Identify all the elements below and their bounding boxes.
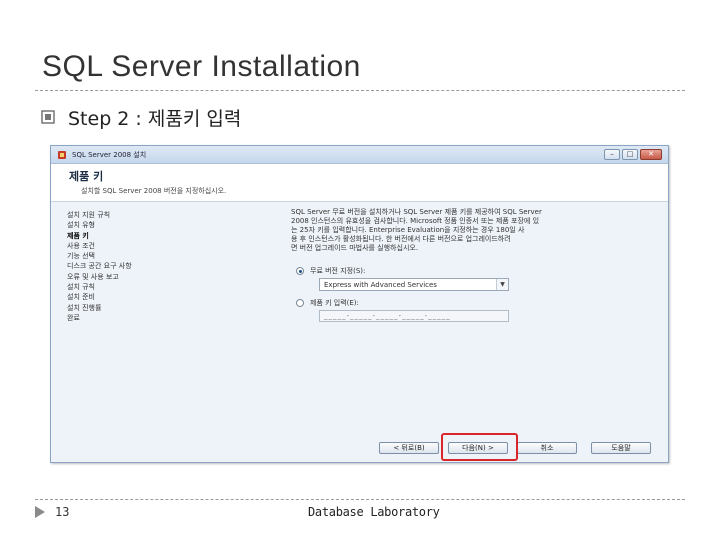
bullet-step: Step 2 : 제품키 입력: [40, 104, 241, 130]
edition-select[interactable]: Express with Advanced Services ▼: [319, 278, 509, 291]
next-button-highlight: [441, 433, 518, 461]
product-key-input[interactable]: _____-_____-_____-_____-_____: [319, 310, 509, 322]
product-key-value: _____-_____-_____-_____-_____: [324, 312, 451, 320]
nav-item[interactable]: 사용 조건: [67, 241, 185, 251]
window-controls: – □ ✕: [602, 149, 662, 160]
product-key-radio[interactable]: 제품 키 입력(E):: [296, 298, 359, 308]
window-title: SQL Server 2008 설치: [72, 150, 147, 159]
info-line: SQL Server 무료 버전을 설치하거나 SQL Server 제품 키를…: [291, 208, 542, 216]
minimize-icon[interactable]: –: [604, 149, 620, 160]
info-line: 면 버전 업그레이드 마법사를 실행하십시오.: [291, 244, 419, 252]
setup-dialog: SQL Server 2008 설치 – □ ✕ 제품 키 설치할 SQL Se…: [50, 145, 669, 463]
nav-item[interactable]: 설치 유형: [67, 220, 185, 230]
nav-item[interactable]: 완료: [67, 313, 185, 323]
cancel-button[interactable]: 취소: [517, 442, 577, 454]
close-icon[interactable]: ✕: [640, 149, 662, 160]
maximize-icon[interactable]: □: [622, 149, 638, 160]
page-marker-icon: [35, 506, 45, 518]
sql-server-icon: [58, 150, 66, 159]
nav-item[interactable]: 오류 및 사용 보고: [67, 272, 185, 282]
nav-item-active[interactable]: 제품 키: [67, 231, 185, 241]
chevron-down-icon[interactable]: ▼: [496, 279, 508, 290]
help-button[interactable]: 도움말: [591, 442, 651, 454]
bullet-text: Step 2 : 제품키 입력: [68, 107, 242, 130]
product-key-label: 제품 키 입력(E):: [310, 299, 359, 307]
footer-text: Database Laboratory: [308, 505, 440, 519]
page-number: 13: [55, 505, 70, 519]
info-line: 2008 인스턴스의 유효성을 검사합니다. Microsoft 정품 인증서 …: [291, 217, 540, 225]
dialog-titlebar: SQL Server 2008 설치 – □ ✕: [51, 146, 668, 164]
title-divider: [35, 90, 685, 91]
dialog-header: 제품 키 설치할 SQL Server 2008 버전을 지정하십시오.: [51, 164, 668, 202]
free-edition-label: 무료 버전 지정(S):: [310, 267, 366, 275]
nav-item[interactable]: 설치 지원 규칙: [67, 210, 185, 220]
nav-item[interactable]: 기능 선택: [67, 251, 185, 261]
info-text: SQL Server 무료 버전을 설치하거나 SQL Server 제품 키를…: [291, 208, 657, 253]
info-line: 용 후 인스턴스가 활성화됩니다. 한 버전에서 다른 버전으로 업그레이드하려: [291, 235, 511, 243]
radio-unselected-icon[interactable]: [296, 299, 304, 307]
bullet-square-icon: [41, 110, 55, 124]
edition-select-value: Express with Advanced Services: [324, 280, 437, 289]
back-button[interactable]: < 뒤로(B): [379, 442, 439, 454]
nav-item[interactable]: 설치 준비: [67, 292, 185, 302]
radio-selected-icon[interactable]: [296, 267, 304, 275]
nav-item[interactable]: 설치 진행률: [67, 303, 185, 313]
setup-steps-nav: 설치 지원 규칙 설치 유형 제품 키 사용 조건 기능 선택 디스크 공간 요…: [67, 210, 185, 323]
slide-title: SQL Server Installation: [42, 50, 361, 83]
nav-item[interactable]: 설치 규칙: [67, 282, 185, 292]
page-heading: 제품 키: [69, 170, 104, 183]
page-description: 설치할 SQL Server 2008 버전을 지정하십시오.: [81, 187, 227, 195]
free-edition-radio[interactable]: 무료 버전 지정(S):: [296, 266, 365, 276]
info-line: 는 25자 키를 입력합니다. Enterprise Evaluation을 지…: [291, 226, 525, 234]
nav-item[interactable]: 디스크 공간 요구 사항: [67, 261, 185, 271]
footer-divider: [35, 499, 685, 500]
